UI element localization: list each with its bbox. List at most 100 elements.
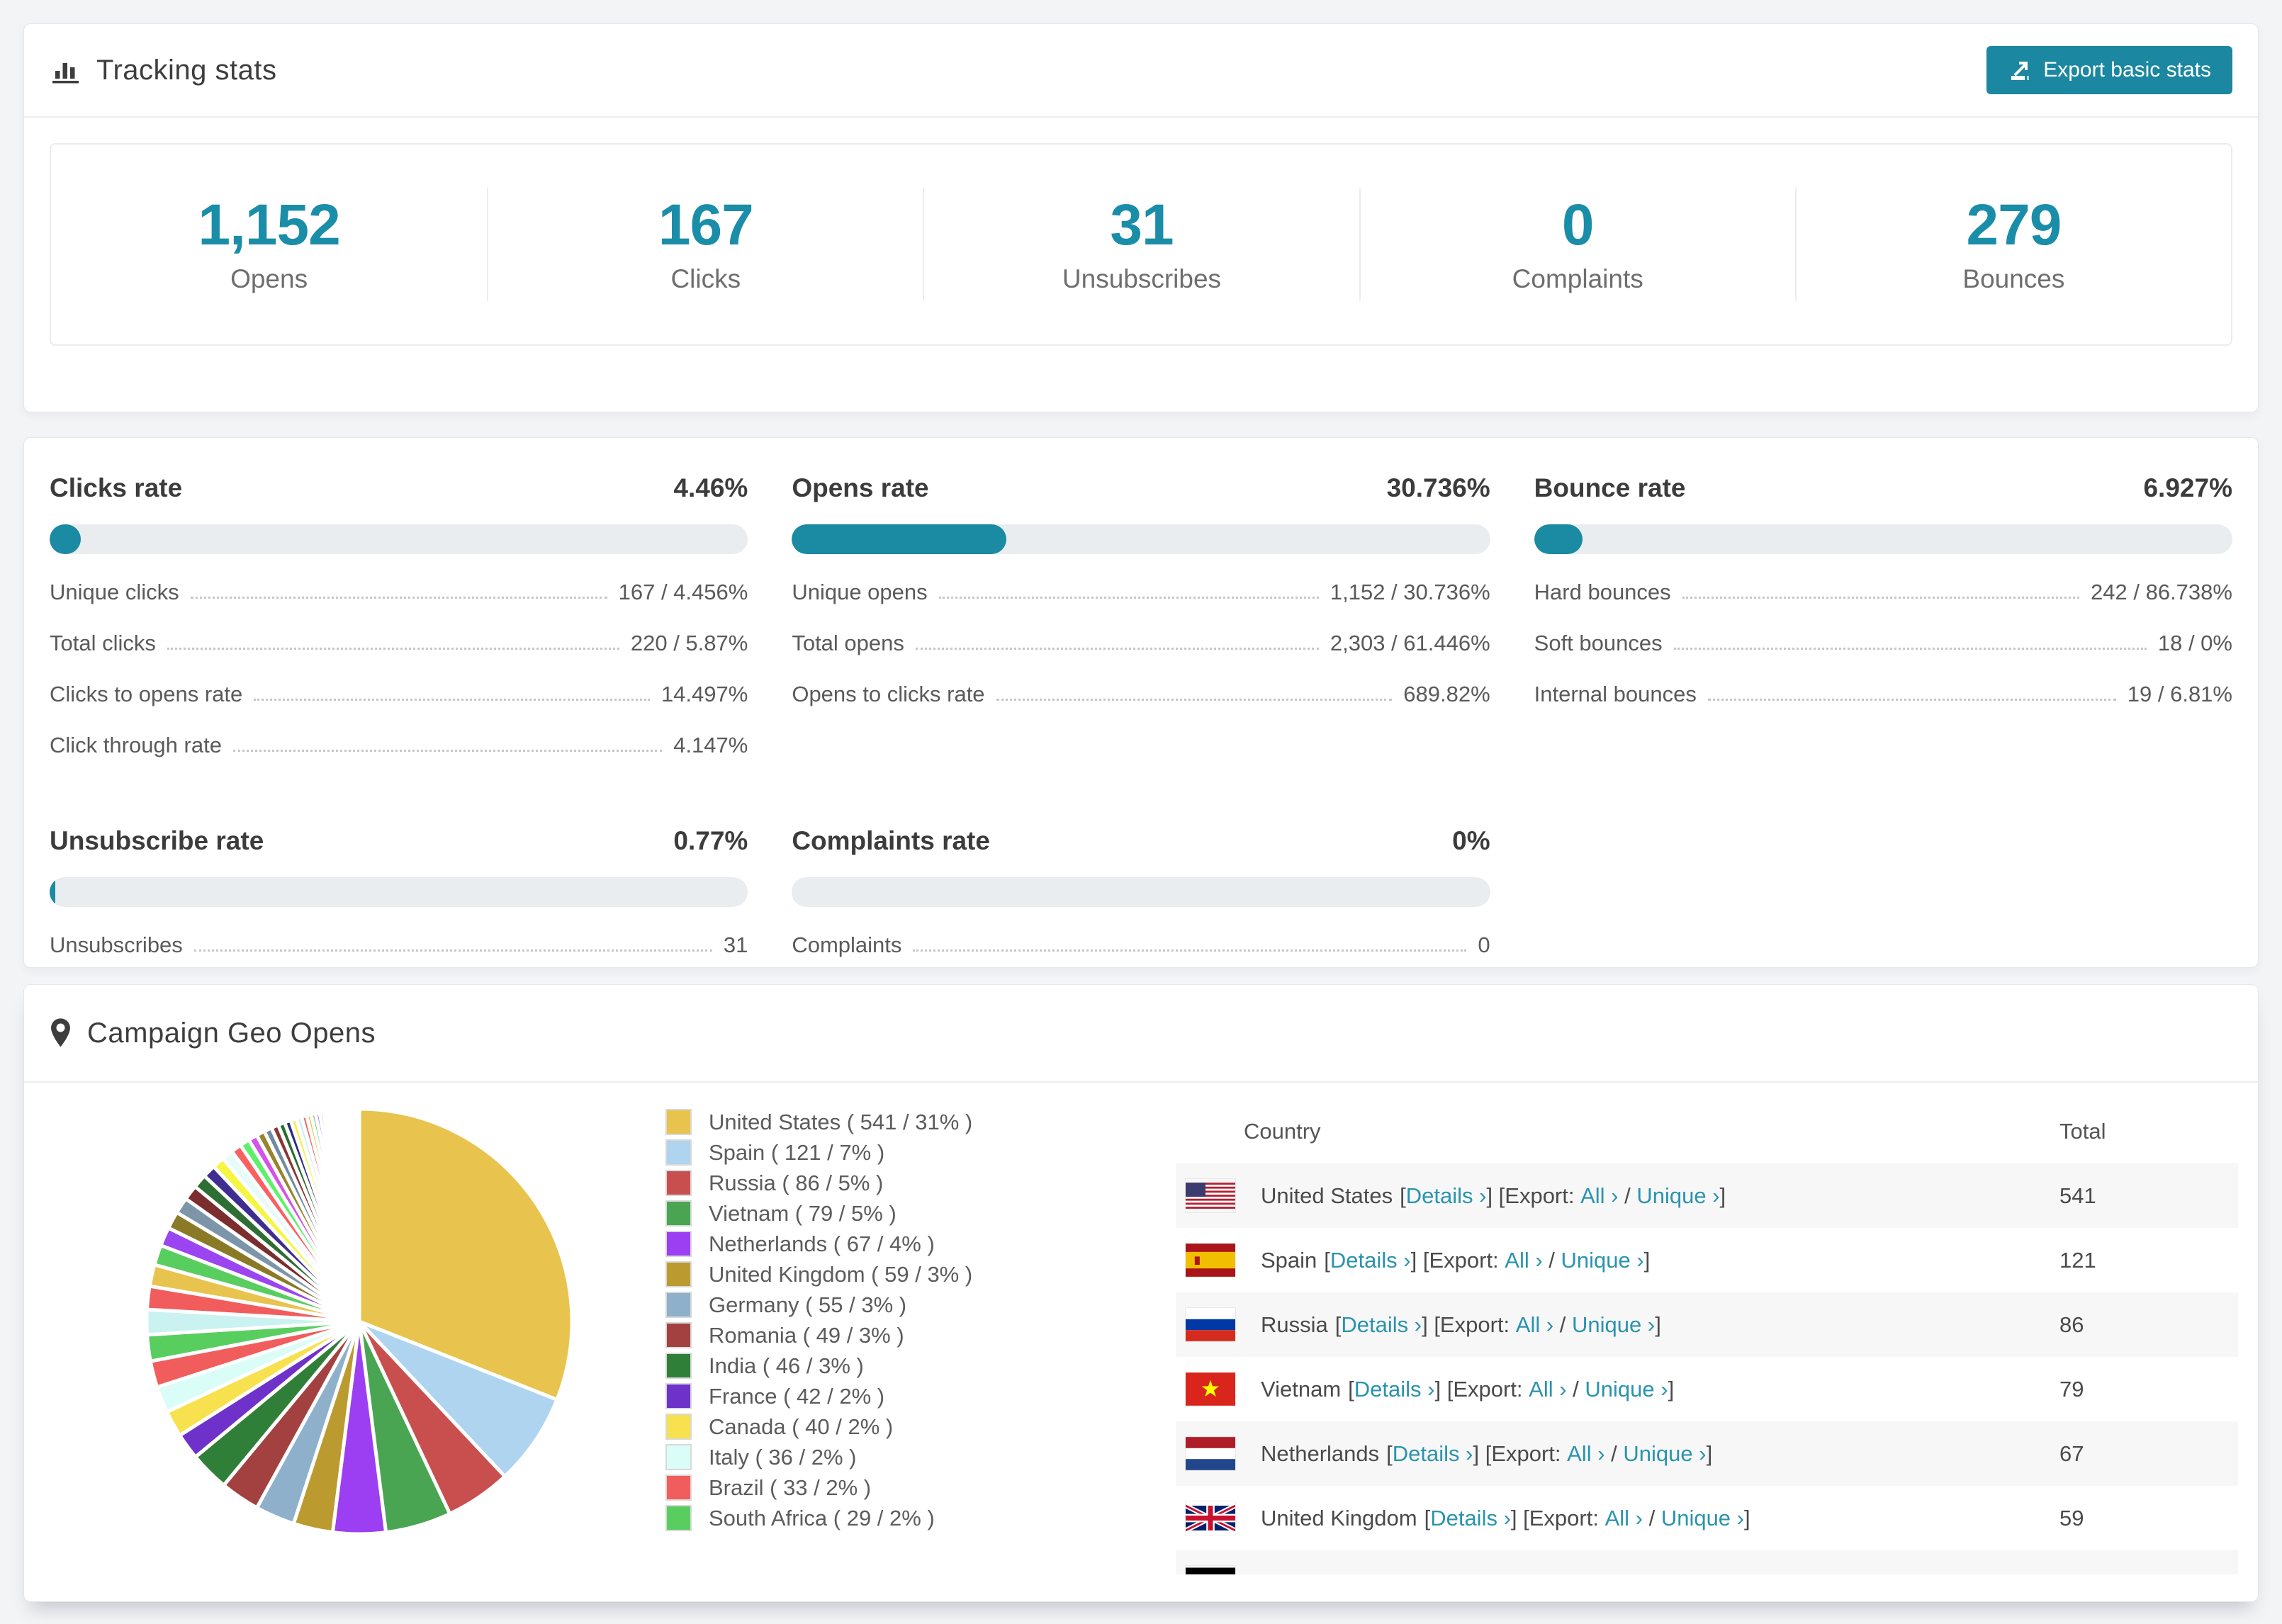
stat-row: Complaints 0 bbox=[792, 932, 1490, 957]
stat-row: Total opens 2,303 / 61.446% bbox=[792, 631, 1490, 655]
legend-item: Netherlands ( 67 / 4% ) bbox=[665, 1229, 972, 1259]
legend-swatch bbox=[665, 1383, 692, 1409]
pie-legend: United States ( 541 / 31% ) Spain ( 121 … bbox=[665, 1107, 972, 1533]
total-value: 541 bbox=[2059, 1183, 2096, 1208]
stat-row: Internal bounces 19 / 6.81% bbox=[1534, 682, 2232, 706]
export-all-link[interactable]: All › bbox=[1580, 1183, 1618, 1209]
geo-table-header: Country Total bbox=[1176, 1100, 2238, 1163]
details-link[interactable]: Details › bbox=[1330, 1248, 1411, 1273]
geo-opens-pie-chart bbox=[145, 1107, 574, 1536]
table-row: Russia[Details ›] [Export: All › / Uniqu… bbox=[1176, 1292, 2238, 1357]
legend-swatch bbox=[665, 1353, 692, 1379]
geo-table: Country Total United States[Details ›] [… bbox=[1176, 1100, 2238, 1574]
legend-item: Brazil ( 33 / 2% ) bbox=[665, 1472, 972, 1503]
stat-clicks-label: Clicks bbox=[670, 264, 741, 294]
stat-opens: 1,152 Opens bbox=[51, 188, 487, 301]
stat-row: Click through rate 4.147% bbox=[50, 733, 748, 757]
export-unique-link[interactable]: Unique › bbox=[1623, 1441, 1706, 1467]
legend-swatch bbox=[665, 1505, 692, 1531]
legend-item: Germany ( 55 / 3% ) bbox=[665, 1290, 972, 1320]
legend-item: South Africa ( 29 / 2% ) bbox=[665, 1503, 972, 1533]
campaign-geo-opens-card: Campaign Geo Opens United States ( 541 /… bbox=[23, 984, 2259, 1602]
tracking-stats-card: Tracking stats Export basic stats 1,152 … bbox=[23, 23, 2259, 412]
summary-strip: 1,152 Opens 167 Clicks 31 Unsubscribes 0… bbox=[50, 143, 2232, 346]
export-unique-link[interactable]: Unique › bbox=[1595, 1570, 1678, 1575]
export-button-label: Export basic stats bbox=[2043, 58, 2211, 81]
details-link[interactable]: Details › bbox=[1406, 1183, 1487, 1209]
legend-item: Spain ( 121 / 7% ) bbox=[665, 1137, 972, 1168]
geo-title-text: Campaign Geo Opens bbox=[87, 1017, 376, 1049]
tracking-stats-title-text: Tracking stats bbox=[96, 54, 277, 86]
legend-item: India ( 46 / 3% ) bbox=[665, 1350, 972, 1381]
details-link[interactable]: Details › bbox=[1341, 1312, 1422, 1338]
details-link[interactable]: Details › bbox=[1364, 1570, 1445, 1575]
flag-vietnam bbox=[1186, 1372, 1235, 1406]
stat-opens-label: Opens bbox=[230, 264, 308, 294]
export-unique-link[interactable]: Unique › bbox=[1572, 1312, 1655, 1338]
table-row: United States[Details ›] [Export: All › … bbox=[1176, 1163, 2238, 1228]
details-link[interactable]: Details › bbox=[1354, 1377, 1435, 1402]
tracking-stats-title: Tracking stats bbox=[50, 55, 276, 86]
flag-united-kingdom bbox=[1184, 1501, 1237, 1535]
geo-content: United States ( 541 / 31% ) Spain ( 121 … bbox=[24, 1083, 2258, 1601]
export-unique-link[interactable]: Unique › bbox=[1561, 1248, 1644, 1273]
flag-spain bbox=[1186, 1244, 1235, 1277]
legend-swatch bbox=[665, 1414, 692, 1440]
total-value: 121 bbox=[2059, 1247, 2096, 1273]
table-row: Netherlands[Details ›] [Export: All › / … bbox=[1176, 1421, 2238, 1486]
rates-card: Clicks rate 4.46% Unique clicks 167 / 4.4… bbox=[23, 437, 2259, 968]
column-header-total: Total bbox=[2059, 1119, 2106, 1144]
stat-row: Clicks to opens rate 14.497% bbox=[50, 682, 748, 706]
export-unique-link[interactable]: Unique › bbox=[1585, 1377, 1668, 1402]
stat-unsubscribes-label: Unsubscribes bbox=[1062, 264, 1222, 294]
column-header-country: Country bbox=[1244, 1119, 1321, 1144]
legend-item: United Kingdom ( 59 / 3% ) bbox=[665, 1259, 972, 1290]
unsubscribe-rate-title: Unsubscribe rate bbox=[50, 826, 264, 855]
table-row: Vietnam[Details ›] [Export: All › / Uniq… bbox=[1176, 1357, 2238, 1421]
legend-swatch bbox=[665, 1170, 692, 1196]
legend-item: United States ( 541 / 31% ) bbox=[665, 1107, 972, 1137]
stat-row: Unique opens 1,152 / 30.736% bbox=[792, 580, 1490, 604]
total-value: 59 bbox=[2059, 1505, 2084, 1530]
stat-bounces-label: Bounces bbox=[1962, 264, 2065, 294]
table-row: Spain[Details ›] [Export: All › / Unique… bbox=[1176, 1228, 2238, 1292]
bar-chart-icon bbox=[50, 55, 81, 86]
stat-opens-value: 1,152 bbox=[198, 192, 340, 257]
opens-rate-title: Opens rate bbox=[792, 473, 929, 502]
opens-rate-section: Opens rate 30.736% Unique opens 1,152 / 3… bbox=[792, 458, 1490, 758]
legend-swatch bbox=[665, 1200, 692, 1227]
legend-swatch bbox=[665, 1261, 692, 1287]
export-all-link[interactable]: All › bbox=[1516, 1312, 1553, 1338]
clicks-rate-value: 4.46% bbox=[673, 473, 748, 502]
stat-clicks: 167 Clicks bbox=[487, 187, 923, 302]
export-unique-link[interactable]: Unique › bbox=[1636, 1183, 1719, 1209]
details-link[interactable]: Details › bbox=[1430, 1506, 1511, 1531]
stat-unsubscribes: 31 Unsubscribes bbox=[923, 187, 1359, 302]
export-all-link[interactable]: All › bbox=[1505, 1248, 1542, 1273]
opens-rate-value: 30.736% bbox=[1386, 473, 1490, 502]
flag-germany bbox=[1186, 1566, 1235, 1574]
legend-swatch bbox=[665, 1322, 692, 1348]
geo-header: Campaign Geo Opens bbox=[24, 985, 2258, 1083]
stat-row: Soft bounces 18 / 0% bbox=[1534, 631, 2232, 655]
export-all-link[interactable]: All › bbox=[1539, 1570, 1576, 1575]
table-row: United Kingdom[Details ›] [Export: All ›… bbox=[1176, 1486, 2238, 1550]
complaints-rate-value: 0% bbox=[1452, 826, 1490, 855]
table-row: Germany[Details ›] [Export: All › / Uniq… bbox=[1176, 1550, 2238, 1574]
export-all-link[interactable]: All › bbox=[1567, 1441, 1604, 1467]
details-link[interactable]: Details › bbox=[1393, 1441, 1473, 1467]
unsubscribe-rate-value: 0.77% bbox=[673, 826, 748, 855]
export-all-link[interactable]: All › bbox=[1529, 1377, 1566, 1402]
export-icon bbox=[2008, 58, 2032, 82]
opens-rate-bar bbox=[792, 524, 1490, 554]
legend-swatch bbox=[665, 1292, 692, 1318]
export-all-link[interactable]: All › bbox=[1605, 1506, 1643, 1531]
complaints-rate-section: Complaints rate 0% Complaints 0 bbox=[792, 811, 1490, 958]
stat-row: Hard bounces 242 / 86.738% bbox=[1534, 580, 2232, 604]
legend-item: France ( 42 / 2% ) bbox=[665, 1381, 972, 1411]
export-unique-link[interactable]: Unique › bbox=[1661, 1506, 1744, 1531]
export-basic-stats-button[interactable]: Export basic stats bbox=[1986, 46, 2232, 94]
unsubscribe-rate-section: Unsubscribe rate 0.77% Unsubscribes 31 bbox=[50, 811, 748, 958]
bounce-rate-value: 6.927% bbox=[2143, 473, 2232, 502]
stat-row: Unique clicks 167 / 4.456% bbox=[50, 580, 748, 604]
